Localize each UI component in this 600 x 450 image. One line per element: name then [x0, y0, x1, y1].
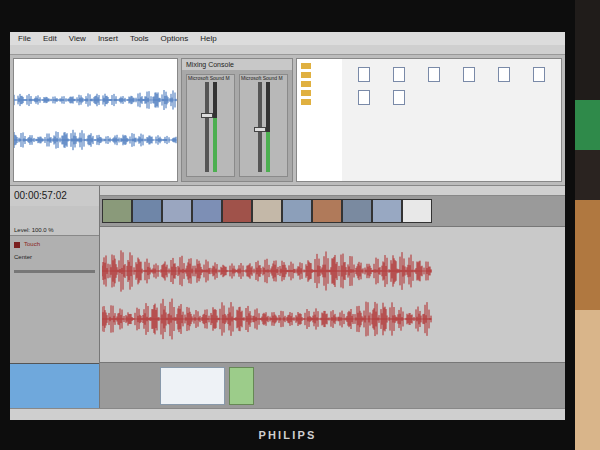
- background: [575, 0, 600, 450]
- video-thumbnail[interactable]: [282, 199, 312, 223]
- video-thumbnail[interactable]: [252, 199, 282, 223]
- folder-icon[interactable]: [301, 90, 311, 96]
- mixer-channel: Microsoft Sound M: [239, 74, 288, 177]
- folder-icon[interactable]: [301, 81, 311, 87]
- video-track-header: Level: 100.0 %: [10, 206, 99, 236]
- file-icon[interactable]: [428, 67, 440, 82]
- event-block[interactable]: [229, 367, 254, 405]
- file-icon[interactable]: [533, 67, 545, 82]
- mute-button[interactable]: [14, 242, 20, 248]
- ruler: [100, 186, 565, 196]
- video-thumbnail[interactable]: [192, 199, 222, 223]
- file-icon[interactable]: [498, 67, 510, 82]
- fader-track[interactable]: [205, 82, 209, 172]
- menu-item[interactable]: Options: [161, 32, 189, 45]
- menu-bar: File Edit View Insert Tools Options Help: [10, 32, 565, 45]
- track-area: [100, 186, 565, 408]
- level-meter: [266, 82, 270, 172]
- video-thumbnail[interactable]: [342, 199, 372, 223]
- fader-knob[interactable]: [254, 127, 266, 132]
- trimmer: [13, 58, 178, 182]
- timeline: 00:00:57:02Level: 100.0 % Touch Center: [10, 185, 565, 408]
- bus-track-header: [10, 363, 99, 408]
- time-display: 00:00:57:02: [10, 186, 99, 206]
- brand-logo: PHILIPS: [258, 427, 316, 444]
- event-block[interactable]: [160, 367, 225, 405]
- monitor: File Edit View Insert Tools Options Help Mixing…: [0, 0, 575, 450]
- screen: File Edit View Insert Tools Options Help Mixing…: [10, 32, 565, 420]
- file-icon[interactable]: [358, 67, 370, 82]
- wooden-shelf: [575, 200, 600, 310]
- file-grid: [342, 59, 561, 181]
- upper-panels: Mixing Console Microsoft Sound MMicrosoft…: [10, 55, 565, 185]
- level-meter: [213, 82, 217, 172]
- folder-icon[interactable]: [301, 72, 311, 78]
- menu-item[interactable]: Help: [200, 32, 216, 45]
- folder-icon[interactable]: [301, 99, 311, 105]
- menu-item[interactable]: View: [69, 32, 86, 45]
- video-thumbnail[interactable]: [222, 199, 252, 223]
- mixer: Mixing Console Microsoft Sound MMicrosoft…: [181, 58, 293, 182]
- bus-track: [100, 363, 565, 408]
- green-object: [575, 100, 600, 150]
- file-icon[interactable]: [393, 90, 405, 105]
- transport-bar: [10, 408, 565, 420]
- menu-item[interactable]: Tools: [130, 32, 149, 45]
- folder-tree: [297, 59, 342, 181]
- trimmer-waveform-icon: [14, 120, 177, 160]
- trimmer-waveform-icon: [14, 80, 177, 120]
- video-track: [100, 196, 565, 226]
- audio-track-header: Touch Center: [10, 236, 99, 363]
- menu-item[interactable]: File: [18, 32, 31, 45]
- video-thumbnail[interactable]: [312, 199, 342, 223]
- mixer-title: Mixing Console: [182, 59, 292, 70]
- photo: File Edit View Insert Tools Options Help Mixing…: [0, 0, 600, 450]
- toolbar: [10, 45, 565, 55]
- track-headers: 00:00:57:02Level: 100.0 % Touch Center: [10, 186, 100, 408]
- audio-track: [100, 226, 565, 363]
- video-thumbnail[interactable]: [132, 199, 162, 223]
- mixer-channel: Microsoft Sound M: [186, 74, 235, 177]
- audio-waveform-icon: [102, 295, 432, 343]
- file-icon[interactable]: [358, 90, 370, 105]
- automation-mode[interactable]: Touch: [24, 240, 40, 249]
- menu-item[interactable]: Insert: [98, 32, 118, 45]
- fader-knob[interactable]: [201, 113, 213, 118]
- bottom-bezel: PHILIPS: [10, 420, 565, 450]
- video-thumbnail[interactable]: [372, 199, 402, 223]
- folder-icon[interactable]: [301, 63, 311, 69]
- video-thumbnail[interactable]: [102, 199, 132, 223]
- file-icon[interactable]: [393, 67, 405, 82]
- video-thumbnail[interactable]: [402, 199, 432, 223]
- volume-slider[interactable]: [14, 270, 95, 273]
- file-icon[interactable]: [463, 67, 475, 82]
- menu-item[interactable]: Edit: [43, 32, 57, 45]
- explorer: [296, 58, 562, 182]
- video-thumbnail[interactable]: [162, 199, 192, 223]
- pan-label[interactable]: Center: [14, 253, 95, 262]
- fader-track[interactable]: [258, 82, 262, 172]
- desk: [575, 310, 600, 450]
- audio-waveform-icon: [102, 247, 432, 295]
